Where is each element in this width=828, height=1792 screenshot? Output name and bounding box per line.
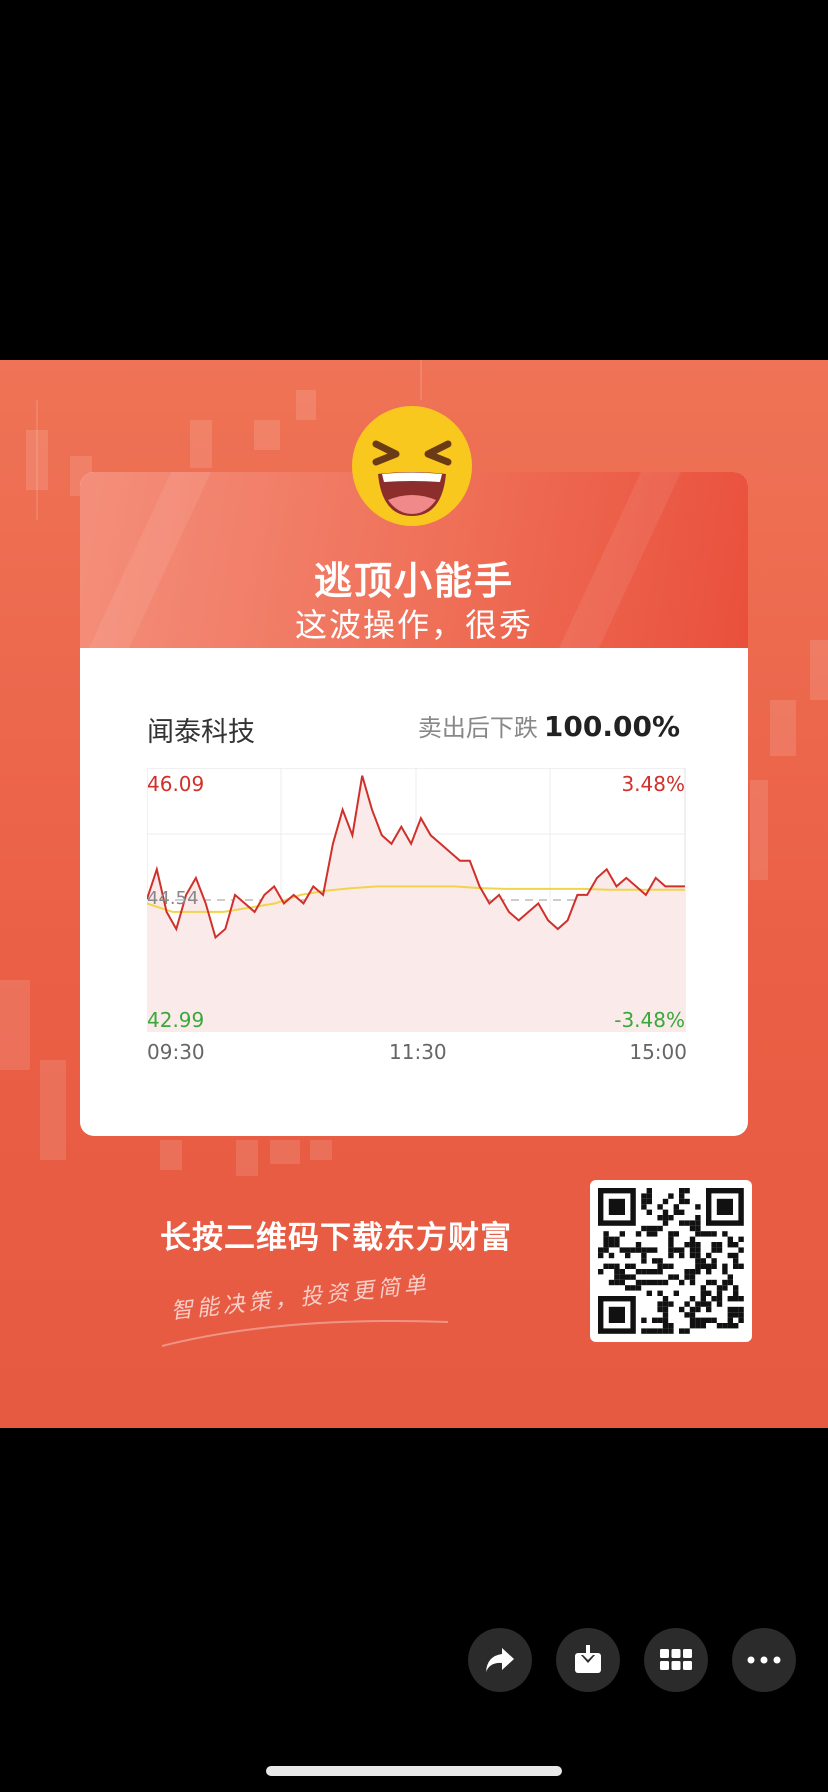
qr-code[interactable] <box>590 1180 752 1342</box>
price-low-label: 42.99 <box>147 1008 205 1032</box>
deco-candle-wick <box>420 360 422 400</box>
qr-code-image <box>598 1188 744 1334</box>
apps-button[interactable] <box>644 1628 708 1692</box>
share-poster: 逃顶小能手 这波操作，很秀 闻泰科技 卖出后下跌 100.00% 46.09 3.… <box>0 360 828 1428</box>
result-value: 100.00% <box>543 710 680 743</box>
grid-icon <box>660 1649 692 1670</box>
result-label: 卖出后下跌 <box>417 714 538 742</box>
time-start-label: 09:30 <box>147 1040 205 1064</box>
deco-candle-wick <box>36 400 38 520</box>
intraday-chart: 46.09 3.48% 44.54 42.99 -3.48% 09:30 11:… <box>146 767 687 1064</box>
deco-candle <box>750 780 768 880</box>
intraday-chart-svg <box>146 767 686 1033</box>
share-button[interactable] <box>468 1628 532 1692</box>
price-mid-label: 44.54 <box>147 888 199 909</box>
result-summary: 卖出后下跌 100.00% <box>418 708 680 743</box>
deco-candle <box>270 1140 300 1164</box>
more-icon <box>747 1656 781 1664</box>
save-image-button[interactable] <box>556 1628 620 1692</box>
laughing-emoji-icon <box>352 406 472 526</box>
time-end-label: 15:00 <box>629 1040 687 1064</box>
pct-high-label: 3.48% <box>621 772 685 796</box>
deco-candle <box>810 640 828 700</box>
deco-candle <box>190 420 212 468</box>
deco-candle <box>236 1140 258 1176</box>
card-title: 逃顶小能手 <box>313 559 514 603</box>
card-subtitle: 这波操作，很秀 <box>294 606 533 644</box>
deco-candle <box>160 1140 182 1170</box>
price-high-label: 46.09 <box>147 772 205 796</box>
slogan-swoosh <box>161 1320 449 1347</box>
download-instruction: 长按二维码下载东方财富 <box>160 1220 512 1256</box>
deco-candle <box>254 420 280 450</box>
home-indicator[interactable] <box>266 1766 562 1776</box>
deco-candle <box>770 700 796 756</box>
pct-low-label: -3.48% <box>614 1008 685 1032</box>
deco-candle <box>296 390 316 420</box>
download-icon <box>575 1645 601 1673</box>
deco-candle <box>0 980 30 1070</box>
deco-candle <box>310 1140 332 1160</box>
stock-name: 闻泰科技 <box>147 717 255 748</box>
share-icon <box>486 1648 514 1672</box>
time-mid-label: 11:30 <box>389 1040 447 1064</box>
more-button[interactable] <box>732 1628 796 1692</box>
deco-candle <box>40 1060 66 1160</box>
result-card: 逃顶小能手 这波操作，很秀 闻泰科技 卖出后下跌 100.00% 46.09 3.… <box>80 472 748 1136</box>
